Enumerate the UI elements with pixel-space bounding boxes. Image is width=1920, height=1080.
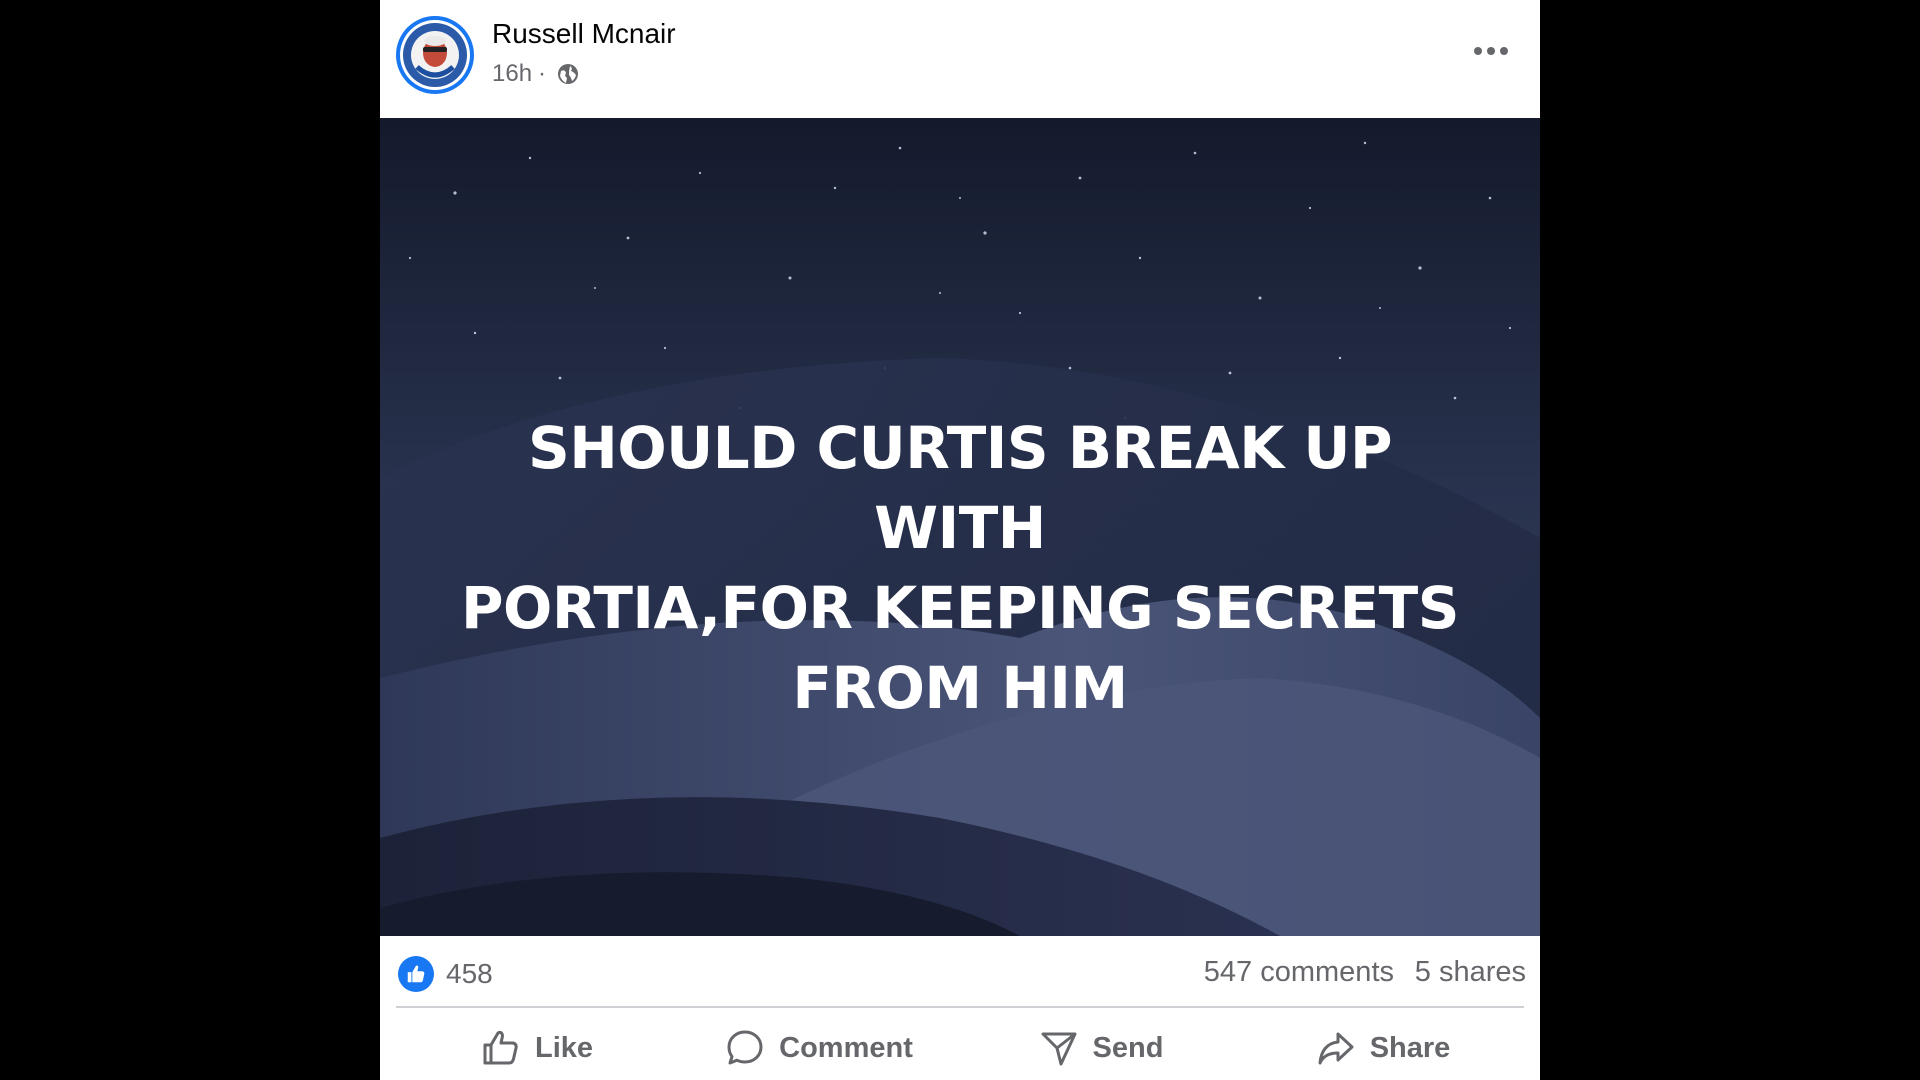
like-button[interactable]: Like	[396, 1016, 678, 1080]
post-actions-bar: Like Comment Send Share	[396, 1016, 1524, 1080]
like-reaction-icon[interactable]	[398, 956, 434, 992]
comment-bubble-icon	[727, 1030, 763, 1065]
meta-separator: ·	[538, 60, 547, 87]
more-options-icon	[1474, 47, 1508, 55]
reaction-count[interactable]: 458	[446, 958, 493, 990]
post-image-text-line: SHOULD CURTIS BREAK UP WITH	[528, 414, 1392, 562]
thumbs-up-icon	[483, 1030, 518, 1065]
post-image-text-line: PORTIA,FOR KEEPING SECRETS	[461, 574, 1459, 642]
send-label: Send	[1092, 1031, 1164, 1064]
comments-count[interactable]: 547 comments	[1204, 956, 1394, 989]
send-icon	[1041, 1032, 1077, 1066]
avatar-photo	[403, 23, 467, 87]
screen: Russell Mcnair 16h · SHOULD CURTIS BREAK…	[0, 0, 1920, 1080]
reactions-summary: 458 547 comments 5 shares	[380, 936, 1540, 1008]
share-button[interactable]: Share	[1242, 1016, 1524, 1080]
comment-label: Comment	[779, 1031, 913, 1064]
send-button[interactable]: Send	[960, 1016, 1242, 1080]
post-timestamp[interactable]: 16h	[492, 60, 532, 88]
facebook-post-card: Russell Mcnair 16h · SHOULD CURTIS BREAK…	[380, 0, 1540, 1080]
author-name[interactable]: Russell Mcnair	[492, 18, 676, 50]
post-header: Russell Mcnair 16h ·	[380, 0, 1540, 118]
shares-count[interactable]: 5 shares	[1415, 956, 1526, 989]
post-image[interactable]: SHOULD CURTIS BREAK UP WITH PORTIA,FOR K…	[380, 118, 1540, 936]
comment-button[interactable]: Comment	[678, 1016, 960, 1080]
globe-icon	[556, 62, 580, 86]
post-meta: 16h ·	[492, 60, 580, 88]
post-image-text: SHOULD CURTIS BREAK UP WITH PORTIA,FOR K…	[440, 408, 1480, 728]
share-label: Share	[1369, 1031, 1451, 1064]
share-arrow-icon	[1318, 1032, 1354, 1065]
more-options-button[interactable]	[1468, 34, 1514, 68]
divider	[396, 1006, 1524, 1008]
post-image-text-line: FROM HIM	[792, 654, 1128, 722]
author-avatar[interactable]	[396, 16, 474, 94]
like-label: Like	[534, 1031, 594, 1064]
